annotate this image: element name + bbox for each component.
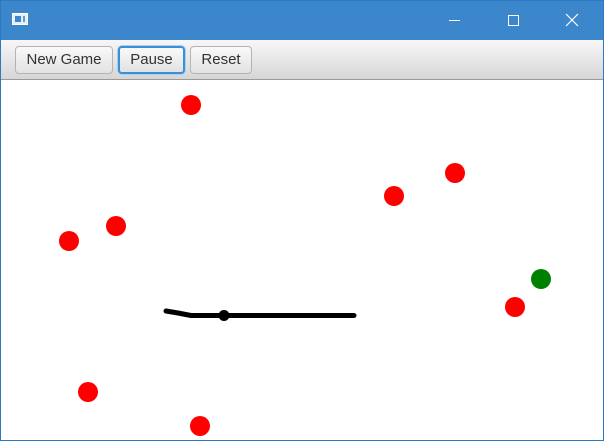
red-ball — [190, 416, 210, 436]
maximize-icon — [508, 15, 519, 26]
app-icon — [12, 13, 28, 25]
maximize-button[interactable] — [490, 1, 536, 40]
red-ball — [384, 186, 404, 206]
pause-button[interactable]: Pause — [118, 46, 185, 74]
red-balls — [59, 95, 525, 436]
new-game-button[interactable]: New Game — [15, 46, 113, 74]
paddle-pivot — [218, 310, 230, 321]
close-icon — [565, 13, 579, 27]
game-board[interactable] — [1, 80, 603, 440]
toolbar: New Game Pause Reset — [1, 40, 603, 80]
paddle[interactable] — [163, 308, 357, 321]
red-ball — [59, 231, 79, 251]
game-canvas[interactable] — [1, 80, 603, 440]
paddle-stroke — [163, 308, 357, 318]
title-bar[interactable] — [1, 1, 603, 40]
game-window: New Game Pause Reset — [0, 0, 604, 441]
green-ball — [531, 269, 551, 289]
minimize-icon — [449, 20, 460, 21]
close-button[interactable] — [548, 1, 594, 40]
reset-button[interactable]: Reset — [190, 46, 252, 74]
red-ball — [106, 216, 126, 236]
red-ball — [78, 382, 98, 402]
red-ball — [445, 163, 465, 183]
minimize-button[interactable] — [432, 1, 478, 40]
red-ball — [181, 95, 201, 115]
red-ball — [505, 297, 525, 317]
